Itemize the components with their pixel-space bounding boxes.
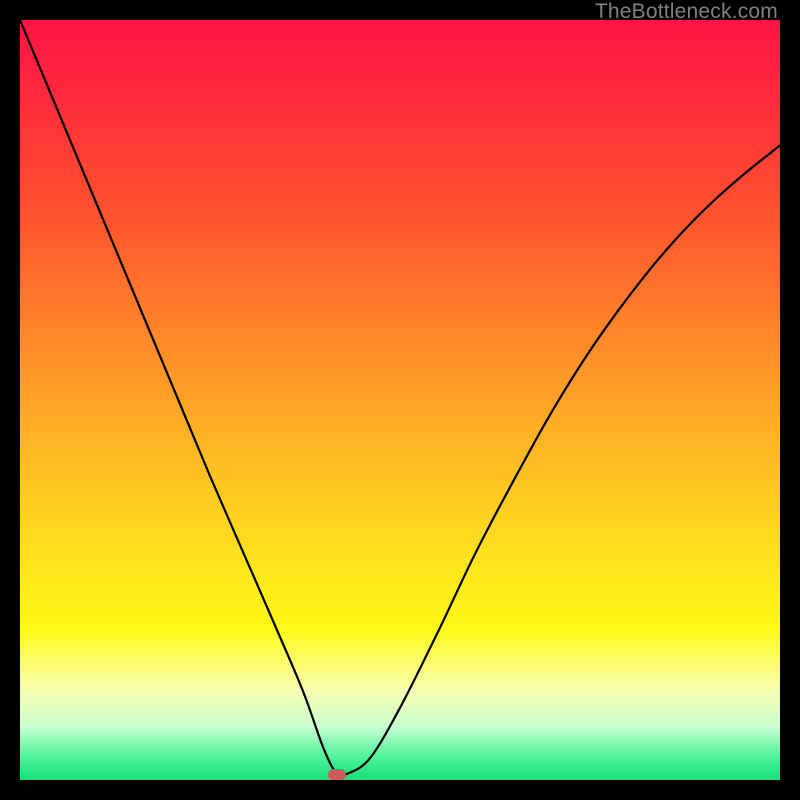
bottleneck-curve-path: [20, 20, 780, 776]
chart-frame: TheBottleneck.com: [0, 0, 800, 800]
curve-svg: [20, 20, 780, 780]
plot-area: [20, 20, 780, 780]
optimum-marker: [328, 769, 346, 780]
